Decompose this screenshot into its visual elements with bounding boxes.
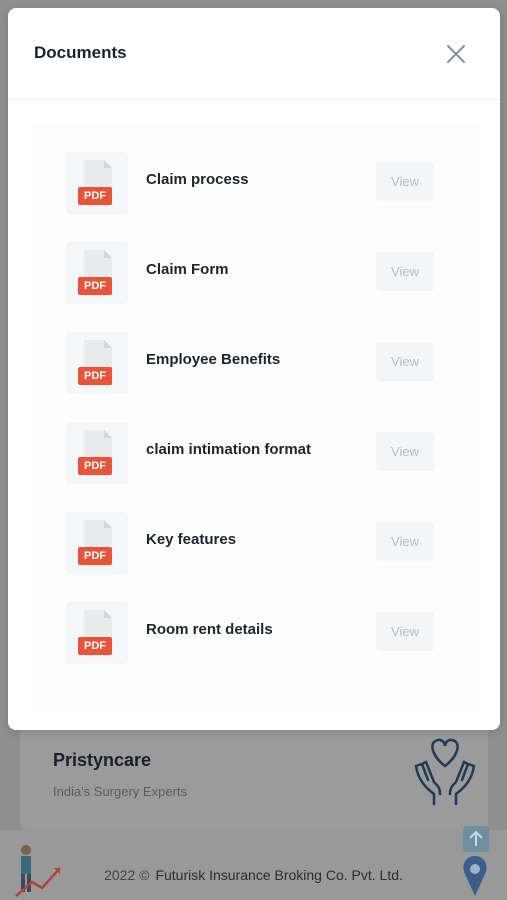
view-button[interactable]: View [376,522,434,561]
document-row: PDF Room rent details View [66,602,436,666]
view-button[interactable]: View [376,342,434,381]
hands-heart-icon [414,738,476,806]
footer-company: Futurisk Insurance Broking Co. Pvt. Ltd. [155,867,403,883]
document-name: Claim process [146,171,249,188]
documents-list: PDF Claim process View PDF Claim Form Vi… [33,122,479,712]
pdf-badge: PDF [84,280,106,292]
view-button[interactable]: View [376,432,434,471]
document-name: Room rent details [146,621,273,638]
document-name: Employee Benefits [146,351,281,368]
modal-header: Documents [8,8,500,100]
pdf-file-icon: PDF [66,242,128,304]
view-button[interactable]: View [376,162,434,201]
location-pin-icon [463,826,489,896]
document-row: PDF Employee Benefits View [66,332,436,396]
pdf-badge: PDF [84,460,106,472]
documents-modal: Documents PDF Claim process View PDF Cla… [8,8,500,730]
pdf-file-icon: PDF [66,602,128,664]
pdf-badge: PDF [84,370,106,382]
modal-title: Documents [34,43,127,62]
close-icon[interactable] [446,44,466,64]
document-name: Claim Form [146,261,229,278]
pdf-badge: PDF [84,640,106,652]
pdf-file-icon: PDF [66,422,128,484]
pdf-file-icon: PDF [66,152,128,214]
document-name: claim intimation format [146,441,312,458]
pdf-file-icon: PDF [66,332,128,394]
pdf-file-icon: PDF [66,512,128,574]
document-row: PDF Claim process View [66,152,436,216]
document-row: PDF claim intimation format View [66,422,436,486]
footer: 2022 © Futurisk Insurance Broking Co. Pvt… [0,826,507,900]
pdf-badge: PDF [84,190,106,202]
partner-card-title: Pristyncare [53,750,152,770]
view-button[interactable]: View [376,252,434,291]
footer-year: 2022 © [104,867,150,883]
pdf-badge: PDF [84,550,106,562]
view-button[interactable]: View [376,612,434,651]
document-row: PDF Key features View [66,512,436,576]
partner-card-subtitle: India's Surgery Experts [53,784,187,799]
document-row: PDF Claim Form View [66,242,436,306]
document-name: Key features [146,531,237,548]
partner-card[interactable]: Pristyncare India's Surgery Experts [20,718,488,830]
